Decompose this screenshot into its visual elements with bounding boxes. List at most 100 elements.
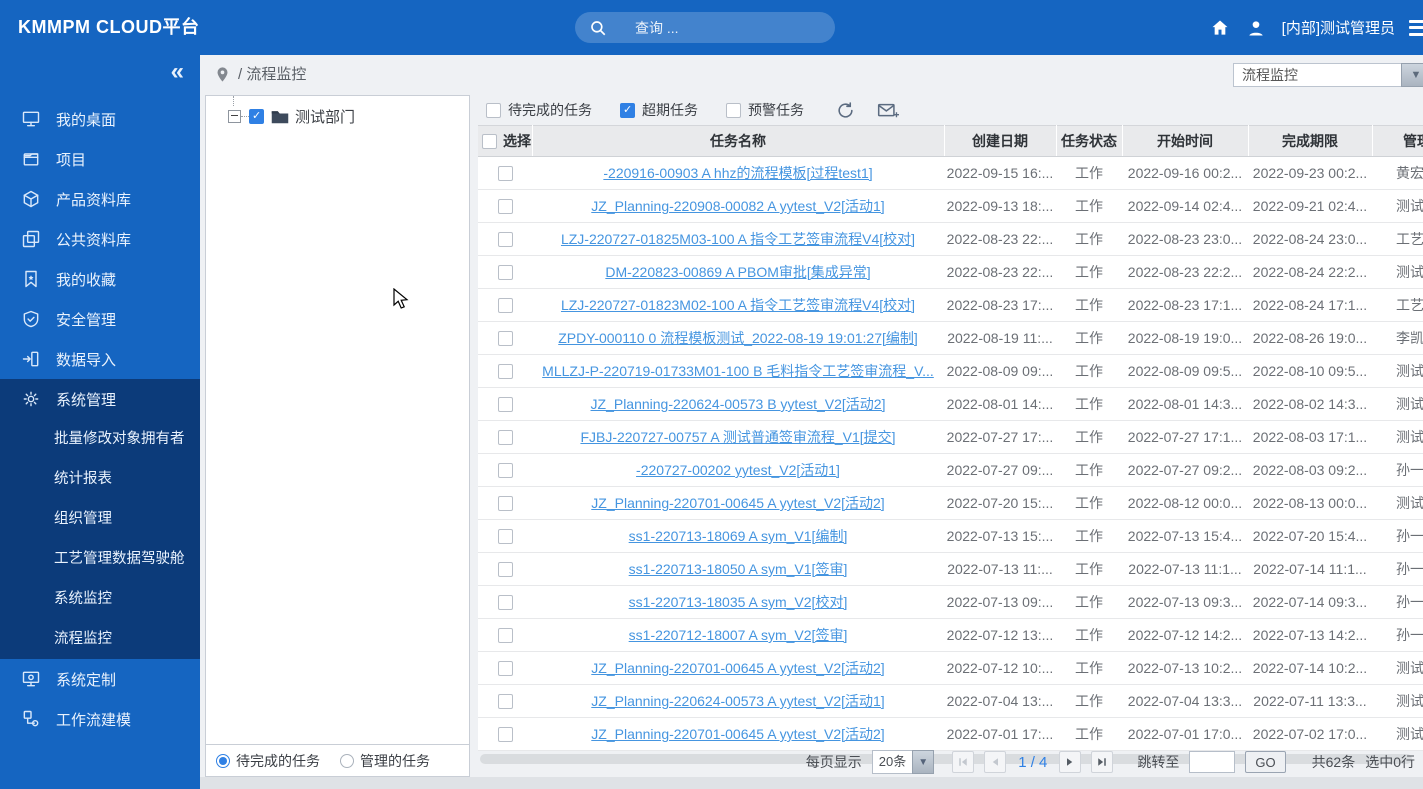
sidebar-item-public-library[interactable]: 公共资料库 — [0, 219, 200, 259]
task-link[interactable]: ss1-220713-18035 A sym_V2[校对] — [629, 594, 848, 610]
filter-overdue-tasks[interactable]: 超期任务 — [620, 100, 698, 120]
deadline-cell: 2022-08-24 17:1... — [1248, 288, 1372, 322]
current-user-label[interactable]: [内部]测试管理员 — [1282, 17, 1395, 38]
radio-managed-tasks[interactable]: 管理的任务 — [340, 751, 430, 771]
refresh-icon[interactable] — [836, 101, 855, 120]
task-name-cell: -220916-00903 A hhz的流程模板[过程test1] — [532, 156, 944, 190]
sidebar-item-projects[interactable]: 项目 — [0, 139, 200, 179]
col-manager[interactable]: 管理 — [1372, 125, 1423, 157]
filter-overdue-tasks-checkbox[interactable] — [620, 102, 635, 118]
task-link[interactable]: LZJ-220727-01825M03-100 A 指令工艺签审流程V4[校对] — [561, 231, 915, 247]
sidebar-subitem-process-monitor[interactable]: 流程监控 — [0, 619, 200, 659]
manager-cell: 测试管 — [1372, 420, 1423, 454]
task-link[interactable]: JZ_Planning-220701-00645 A yytest_V2[活动2… — [591, 495, 884, 511]
sidebar-group-system-management: 系统管理 批量修改对象拥有者 统计报表 组织管理 工艺管理数据驾驶舱 系统监控 流程监控 — [0, 379, 200, 659]
deadline-cell: 2022-08-13 00:0... — [1248, 486, 1372, 520]
sidebar-subitem-batch-modify-owner[interactable]: 批量修改对象拥有者 — [0, 419, 200, 459]
created-date-cell: 2022-07-04 13:... — [944, 684, 1056, 718]
menu-icon[interactable] — [1409, 19, 1423, 36]
row-checkbox[interactable] — [497, 232, 513, 248]
jump-page-input[interactable] — [1189, 751, 1236, 773]
task-status-cell: 工作 — [1056, 618, 1122, 652]
filter-pending-tasks-checkbox[interactable] — [486, 102, 501, 118]
last-page-button[interactable] — [1091, 751, 1114, 773]
task-link[interactable]: JZ_Planning-220624-00573 A yytest_V2[活动1… — [591, 693, 884, 709]
row-checkbox[interactable] — [497, 265, 513, 281]
sidebar-subitem-org-management[interactable]: 组织管理 — [0, 499, 200, 539]
sidebar-item-system-management[interactable]: 系统管理 — [0, 379, 200, 419]
row-checkbox[interactable] — [497, 562, 513, 578]
task-link[interactable]: -220727-00202 yytest_V2[活动1] — [636, 462, 840, 478]
chevron-down-icon[interactable]: ▼ — [1401, 63, 1423, 87]
deadline-cell: 2022-07-14 11:1... — [1248, 552, 1372, 586]
per-page-select[interactable]: 20条 ▼ — [871, 750, 935, 774]
row-checkbox[interactable] — [497, 694, 513, 710]
sidebar-item-data-import[interactable]: 数据导入 — [0, 339, 200, 379]
sidebar-item-workflow-modeling[interactable]: 工作流建模 — [0, 699, 200, 739]
chevron-down-icon[interactable]: ▼ — [912, 750, 935, 774]
row-checkbox[interactable] — [497, 595, 513, 611]
row-checkbox[interactable] — [497, 364, 513, 380]
task-link[interactable]: JZ_Planning-220701-00645 A yytest_V2[活动2… — [591, 660, 884, 676]
task-link[interactable]: ss1-220713-18050 A sym_V1[签审] — [629, 561, 848, 577]
row-checkbox[interactable] — [497, 727, 513, 743]
tree-node-root[interactable]: 测试部门 — [206, 96, 469, 127]
view-selector[interactable]: 流程监控 ▼ — [1233, 63, 1423, 87]
sidebar-item-product-library[interactable]: 产品资料库 — [0, 179, 200, 219]
row-checkbox[interactable] — [497, 529, 513, 545]
filter-warning-tasks[interactable]: 预警任务 — [726, 100, 804, 120]
tree-collapse-icon[interactable] — [228, 110, 241, 123]
task-link[interactable]: JZ_Planning-220701-00645 A yytest_V2[活动2… — [591, 726, 884, 742]
collapse-sidebar-icon[interactable]: « — [171, 59, 184, 85]
task-link[interactable]: FJBJ-220727-00757 A 测试普通签审流程_V1[提交] — [580, 429, 895, 445]
radio-pending-tasks[interactable]: 待完成的任务 — [216, 751, 320, 771]
row-checkbox[interactable] — [497, 166, 513, 182]
row-checkbox[interactable] — [497, 430, 513, 446]
filter-pending-tasks[interactable]: 待完成的任务 — [486, 100, 592, 120]
sidebar-item-my-desktop[interactable]: 我的桌面 — [0, 99, 200, 139]
first-page-button[interactable] — [952, 751, 975, 773]
tree-node-label[interactable]: 测试部门 — [295, 106, 355, 127]
row-checkbox[interactable] — [497, 628, 513, 644]
sidebar-item-my-favorites[interactable]: 我的收藏 — [0, 259, 200, 299]
row-checkbox[interactable] — [497, 331, 513, 347]
view-selector-value[interactable]: 流程监控 — [1233, 63, 1401, 87]
sidebar-item-system-customize[interactable]: 系统定制 — [0, 659, 200, 699]
task-link[interactable]: JZ_Planning-220908-00082 A yytest_V2[活动1… — [591, 198, 884, 214]
col-task-name[interactable]: 任务名称 — [532, 125, 945, 157]
task-link[interactable]: -220916-00903 A hhz的流程模板[过程test1] — [603, 165, 872, 181]
row-checkbox[interactable] — [497, 496, 513, 512]
sidebar-subitem-process-data-cockpit[interactable]: 工艺管理数据驾驶舱 — [0, 539, 200, 579]
tree-node-checkbox[interactable] — [249, 109, 264, 124]
global-search[interactable] — [575, 12, 835, 43]
task-link[interactable]: DM-220823-00869 A PBOM审批[集成异常] — [605, 264, 870, 280]
task-link[interactable]: ss1-220713-18069 A sym_V1[编制] — [629, 528, 848, 544]
sidebar-subitem-stats-report[interactable]: 统计报表 — [0, 459, 200, 499]
row-checkbox[interactable] — [497, 661, 513, 677]
filter-warning-tasks-checkbox[interactable] — [726, 102, 741, 118]
mail-icon[interactable] — [877, 101, 899, 120]
next-page-button[interactable] — [1059, 751, 1082, 773]
row-checkbox[interactable] — [497, 463, 513, 479]
created-date-cell: 2022-07-13 11:... — [944, 552, 1056, 586]
go-button[interactable]: GO — [1245, 751, 1286, 773]
home-icon[interactable] — [1210, 18, 1230, 38]
row-checkbox[interactable] — [497, 397, 513, 413]
task-link[interactable]: ZPDY-000110 0 流程模板测试_2022-08-19 19:01:27… — [558, 330, 918, 346]
select-all-checkbox[interactable] — [482, 133, 497, 149]
user-icon[interactable] — [1246, 18, 1266, 38]
task-link[interactable]: ss1-220712-18007 A sym_V2[签审] — [629, 627, 848, 643]
row-checkbox[interactable] — [497, 199, 513, 215]
col-task-status[interactable]: 任务状态 — [1056, 125, 1123, 157]
sidebar-item-security-management[interactable]: 安全管理 — [0, 299, 200, 339]
task-link[interactable]: MLLZJ-P-220719-01733M01-100 B 毛料指令工艺签审流程… — [542, 363, 934, 379]
row-checkbox[interactable] — [497, 298, 513, 314]
search-input[interactable] — [633, 18, 797, 37]
prev-page-button[interactable] — [984, 751, 1007, 773]
task-link[interactable]: LZJ-220727-01823M02-100 A 指令工艺签审流程V4[校对] — [561, 297, 915, 313]
col-start-time[interactable]: 开始时间 — [1122, 125, 1249, 157]
sidebar-subitem-system-monitor[interactable]: 系统监控 — [0, 579, 200, 619]
col-created-date[interactable]: 创建日期 — [944, 125, 1057, 157]
task-link[interactable]: JZ_Planning-220624-00573 B yytest_V2[活动2… — [591, 396, 886, 412]
col-deadline[interactable]: 完成期限 — [1248, 125, 1373, 157]
